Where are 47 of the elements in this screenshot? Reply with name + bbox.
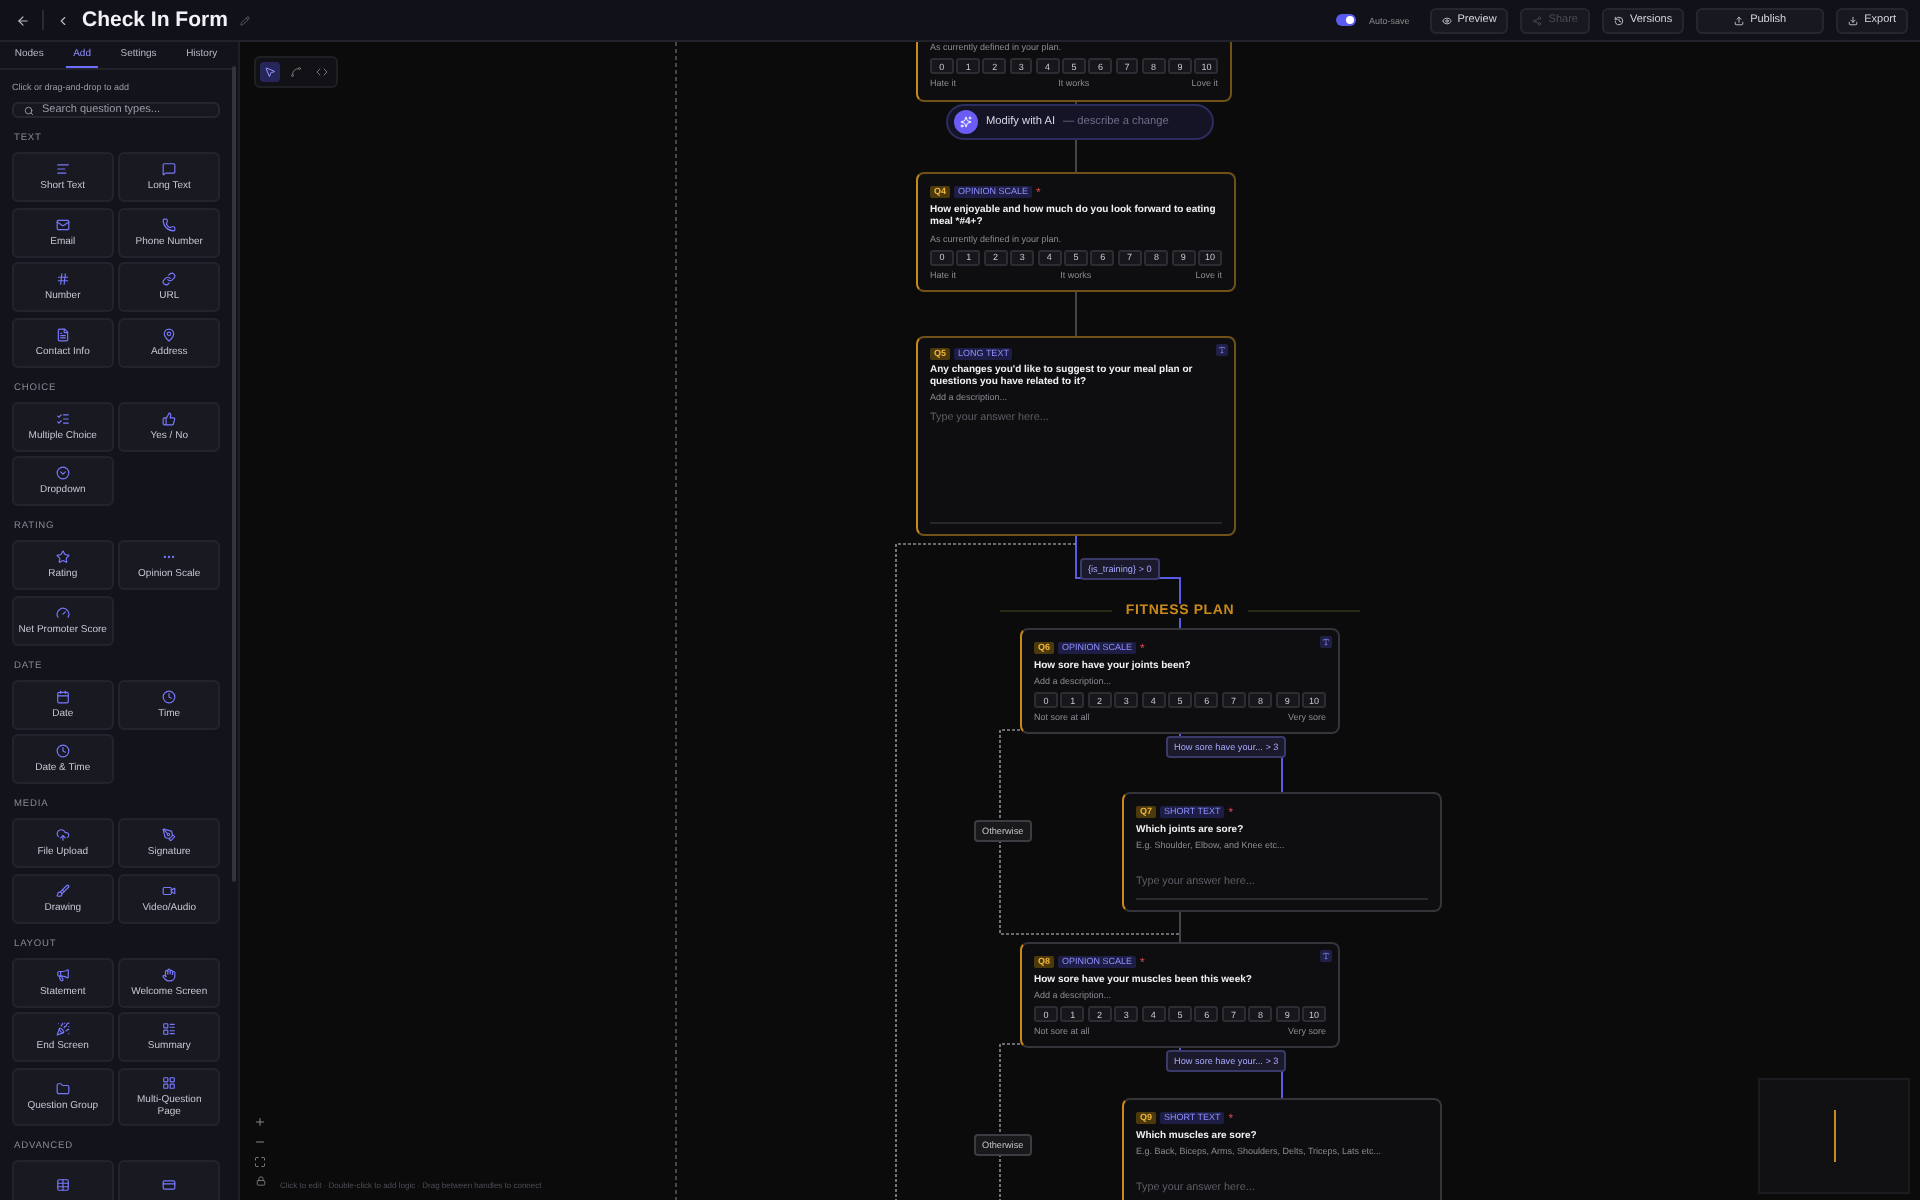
lock-icon[interactable] — [252, 1174, 268, 1188]
versions-icon — [1613, 15, 1624, 25]
number-icon — [55, 272, 70, 286]
long-text-icon — [162, 162, 177, 176]
statement-icon — [55, 967, 70, 981]
dropdown-icon — [55, 466, 70, 480]
phone-icon — [162, 217, 177, 231]
text-format-button[interactable] — [1320, 950, 1332, 962]
multi-page-icon — [162, 1075, 177, 1089]
sparkle-icon — [954, 110, 978, 134]
signature-icon — [162, 828, 177, 842]
publish-icon — [1734, 15, 1745, 25]
datetime-icon — [55, 744, 70, 758]
rating-icon — [55, 550, 70, 564]
zoom-in-icon[interactable] — [252, 1114, 268, 1128]
export-icon — [1848, 15, 1859, 25]
date-icon — [55, 689, 70, 703]
text-format-button[interactable] — [1320, 636, 1332, 648]
chevron-left-icon[interactable] — [56, 13, 70, 27]
payment-icon — [162, 1177, 177, 1191]
opinion-scale-icon — [162, 550, 177, 564]
welcome-icon — [162, 967, 177, 981]
end-icon — [55, 1022, 70, 1036]
text-format-button[interactable] — [1216, 344, 1228, 356]
group-icon — [55, 1081, 70, 1095]
share-icon — [1532, 15, 1543, 25]
nps-icon — [55, 605, 70, 619]
upload-icon — [55, 828, 70, 842]
pointer-tool-icon[interactable] — [260, 62, 280, 82]
summary-icon — [162, 1022, 177, 1036]
drawing-icon — [55, 883, 70, 897]
contact-icon — [55, 327, 70, 341]
address-icon — [162, 327, 177, 341]
form-title: Check In Form — [82, 8, 228, 32]
multiple-choice-icon — [55, 411, 70, 425]
yes-no-icon — [162, 411, 177, 425]
autosave-toggle[interactable] — [1336, 14, 1357, 26]
short-text-icon — [55, 162, 70, 176]
video-icon — [162, 883, 177, 897]
time-icon — [162, 689, 177, 703]
email-icon — [55, 217, 70, 231]
url-icon — [162, 272, 177, 286]
connector-tool-icon[interactable] — [286, 62, 306, 82]
preview-icon — [1441, 15, 1452, 25]
matrix-icon — [55, 1177, 70, 1191]
back-arrow-icon[interactable] — [16, 13, 30, 27]
search-icon — [24, 105, 34, 115]
